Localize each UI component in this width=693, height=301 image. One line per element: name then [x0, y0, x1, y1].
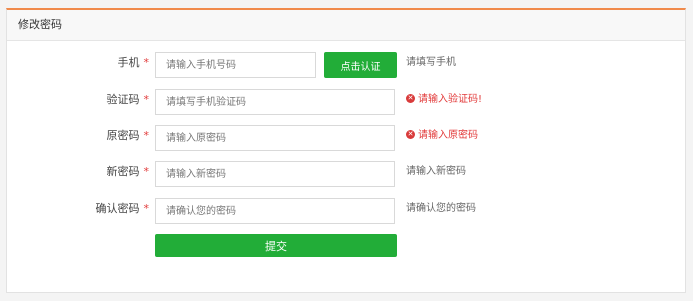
new-password-input[interactable]: [155, 161, 395, 187]
new-password-row: 新密码 * 请输入新密码: [7, 161, 685, 187]
confirm-password-input[interactable]: [155, 198, 395, 224]
confirm-password-row: 确认密码 * 请确认您的密码: [7, 198, 685, 224]
verification-code-input[interactable]: [155, 89, 395, 115]
new-password-label: 新密码 *: [106, 165, 150, 178]
old-password-label: 原密码 *: [106, 129, 150, 142]
confirm-password-label: 确认密码 *: [95, 202, 150, 215]
old-password-input[interactable]: [155, 125, 395, 151]
submit-button[interactable]: 提交: [155, 234, 397, 257]
new-password-hint: 请输入新密码: [406, 166, 466, 177]
verification-code-row: 验证码* ✕请输入验证码!: [7, 89, 685, 115]
required-mark: *: [143, 165, 150, 178]
confirm-password-hint: 请确认您的密码: [406, 203, 476, 214]
verification-code-error: ✕ 请输入验证码!: [406, 93, 483, 105]
verify-phone-button[interactable]: 点击认证: [324, 52, 397, 78]
phone-row: 手机* 点击认证 请填写手机: [7, 52, 685, 78]
change-password-panel: 修改密码 手机* 点击认证 请填写手机 验证码* ✕请输入验证码! 原密码* ✕…: [6, 8, 686, 293]
old-password-error: ✕ 请输入原密码: [406, 129, 478, 141]
verification-code-label: 验证码 *: [106, 93, 150, 106]
phone-hint: 请填写手机: [406, 57, 456, 68]
required-mark: *: [143, 56, 150, 69]
required-mark: *: [143, 202, 150, 215]
phone-input[interactable]: [155, 52, 316, 78]
error-circle-icon: ✕: [406, 129, 415, 139]
required-mark: *: [143, 93, 150, 106]
old-password-row: 原密码 * ✕ 请输入原密码: [7, 125, 685, 151]
error-circle-icon: ✕: [406, 93, 415, 103]
phone-label: 手机 *: [117, 56, 150, 69]
required-mark: *: [143, 129, 150, 142]
panel-title: 修改密码: [7, 10, 685, 41]
